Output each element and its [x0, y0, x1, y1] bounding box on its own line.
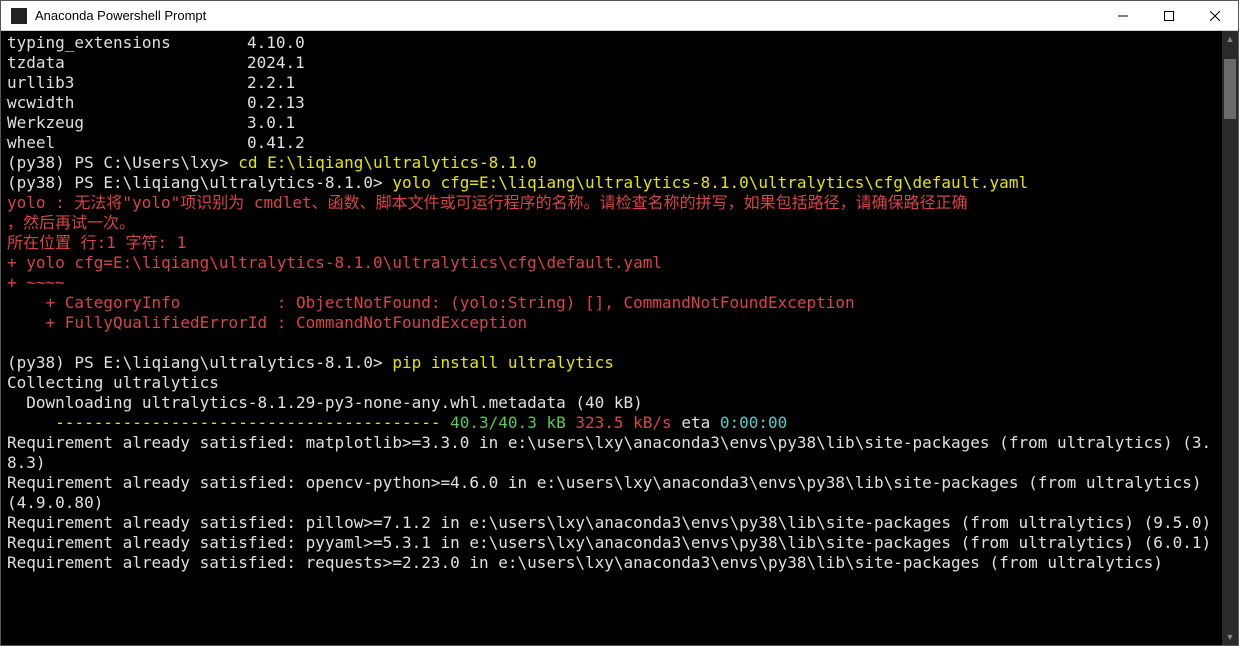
progress-eta: 0:00:00 — [720, 413, 787, 432]
package-version: 2024.1 — [247, 53, 305, 73]
window-title: Anaconda Powershell Prompt — [35, 8, 1100, 23]
maximize-icon — [1164, 11, 1174, 21]
prompt-line: (py38) PS E:\liqiang\ultralytics-8.1.0> … — [7, 173, 1216, 193]
pip-requirement: Requirement already satisfied: pillow>=7… — [7, 513, 1216, 533]
progress-speed: 323.5 kB/s — [566, 413, 672, 432]
package-name: wheel — [7, 133, 247, 153]
error-line: + FullyQualifiedErrorId : CommandNotFoun… — [7, 313, 1216, 333]
app-icon — [11, 8, 27, 24]
minimize-icon — [1118, 11, 1128, 21]
prompt-line: (py38) PS E:\liqiang\ultralytics-8.1.0> … — [7, 353, 1216, 373]
error-line: + ~~~~ — [7, 273, 1216, 293]
progress-done: 40.3/40.3 kB — [450, 413, 566, 432]
package-row: urllib32.2.1 — [7, 73, 1216, 93]
prompt-line: (py38) PS C:\Users\lxy> cd E:\liqiang\ul… — [7, 153, 1216, 173]
package-version: 0.41.2 — [247, 133, 305, 153]
close-icon — [1210, 11, 1220, 21]
package-name: wcwidth — [7, 93, 247, 113]
package-version: 4.10.0 — [247, 33, 305, 53]
terminal-output[interactable]: typing_extensions4.10.0tzdata2024.1urlli… — [1, 31, 1222, 645]
terminal-area: typing_extensions4.10.0tzdata2024.1urlli… — [1, 31, 1238, 645]
package-row: Werkzeug3.0.1 — [7, 113, 1216, 133]
command-text: yolo cfg=E:\liqiang\ultralytics-8.1.0\ul… — [392, 173, 1028, 192]
error-line: ，然后再试一次。 — [7, 213, 1216, 233]
package-name: urllib3 — [7, 73, 247, 93]
titlebar: Anaconda Powershell Prompt — [1, 1, 1238, 31]
package-name: typing_extensions — [7, 33, 247, 53]
package-version: 3.0.1 — [247, 113, 295, 133]
package-row: typing_extensions4.10.0 — [7, 33, 1216, 53]
pip-downloading: Downloading ultralytics-8.1.29-py3-none-… — [7, 393, 1216, 413]
package-row: wcwidth0.2.13 — [7, 93, 1216, 113]
pip-requirement: Requirement already satisfied: pyyaml>=5… — [7, 533, 1216, 553]
blank-line — [7, 333, 1216, 353]
error-line: + CategoryInfo : ObjectNotFound: (yolo:S… — [7, 293, 1216, 313]
progress-prefix — [7, 413, 55, 432]
prompt-env: (py38) PS — [7, 173, 103, 192]
prompt-path: E:\liqiang\ultralytics-8.1.0> — [103, 173, 392, 192]
prompt-env: (py38) PS — [7, 153, 103, 172]
pip-requirement: Requirement already satisfied: requests>… — [7, 553, 1216, 573]
scroll-down-icon[interactable]: ▼ — [1222, 629, 1238, 645]
prompt-env: (py38) PS — [7, 353, 103, 372]
package-version: 2.2.1 — [247, 73, 295, 93]
command-text: cd E:\liqiang\ultralytics-8.1.0 — [238, 153, 537, 172]
pip-requirement: Requirement already satisfied: opencv-py… — [7, 473, 1216, 513]
pip-requirement: Requirement already satisfied: matplotli… — [7, 433, 1216, 473]
minimize-button[interactable] — [1100, 1, 1146, 30]
window-controls — [1100, 1, 1238, 30]
pip-collecting: Collecting ultralytics — [7, 373, 1216, 393]
package-name: Werkzeug — [7, 113, 247, 133]
error-line: + yolo cfg=E:\liqiang\ultralytics-8.1.0\… — [7, 253, 1216, 273]
maximize-button[interactable] — [1146, 1, 1192, 30]
command-text: pip install ultralytics — [392, 353, 614, 372]
prompt-path: E:\liqiang\ultralytics-8.1.0> — [103, 353, 392, 372]
progress-bar: ---------------------------------------- — [55, 413, 450, 432]
package-row: wheel0.41.2 — [7, 133, 1216, 153]
package-version: 0.2.13 — [247, 93, 305, 113]
error-line: yolo : 无法将"yolo"项识别为 cmdlet、函数、脚本文件或可运行程… — [7, 193, 1216, 213]
prompt-path: C:\Users\lxy> — [103, 153, 238, 172]
pip-progress: ----------------------------------------… — [7, 413, 1216, 433]
package-name: tzdata — [7, 53, 247, 73]
scroll-up-icon[interactable]: ▲ — [1222, 31, 1238, 47]
progress-eta-label: eta — [672, 413, 720, 432]
terminal-window: Anaconda Powershell Prompt typing_extens… — [0, 0, 1239, 646]
package-row: tzdata2024.1 — [7, 53, 1216, 73]
scroll-thumb[interactable] — [1224, 59, 1236, 119]
vertical-scrollbar[interactable]: ▲ ▼ — [1222, 31, 1238, 645]
close-button[interactable] — [1192, 1, 1238, 30]
error-line: 所在位置 行:1 字符: 1 — [7, 233, 1216, 253]
